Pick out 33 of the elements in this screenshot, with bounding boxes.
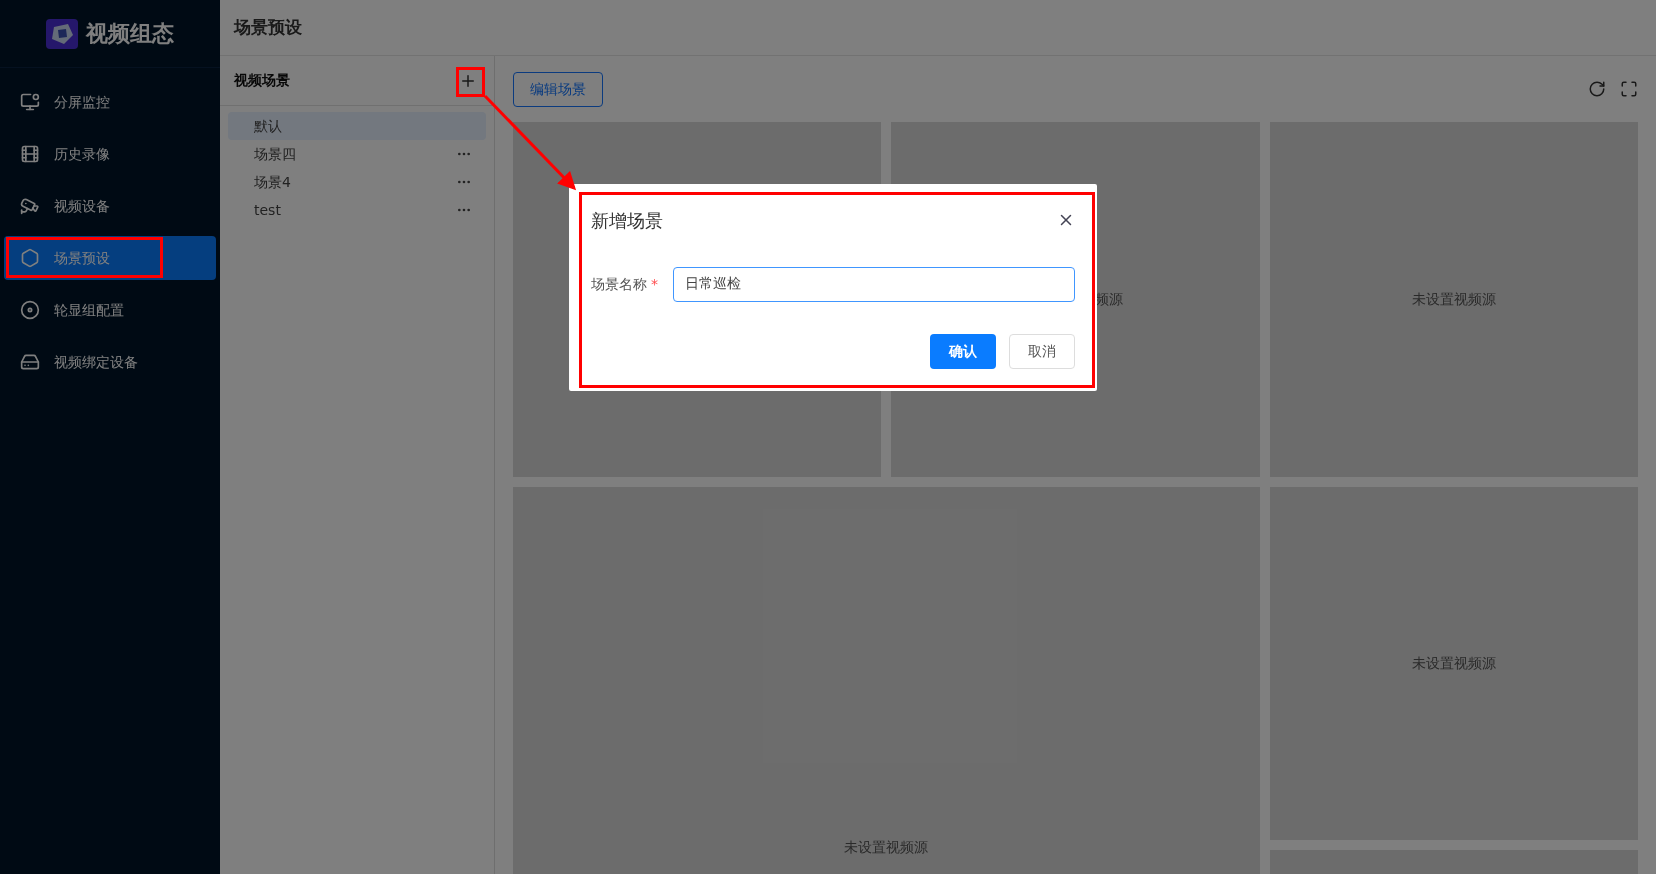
sidebar-item[interactable]: 场景预设 xyxy=(4,236,216,280)
disc-icon xyxy=(20,300,40,320)
refresh-icon[interactable] xyxy=(1588,80,1606,98)
panel-title: 视频场景 xyxy=(234,71,290,90)
film-icon xyxy=(20,144,40,164)
logo-icon xyxy=(46,18,78,49)
sidebar-item[interactable]: 分屏监控 xyxy=(4,80,216,124)
annotation-box xyxy=(456,67,485,97)
sidebar-item[interactable]: 历史录像 xyxy=(4,132,216,176)
page-title: 场景预设 xyxy=(234,15,302,39)
camera-icon xyxy=(20,196,40,216)
scene-item[interactable]: 场景4 xyxy=(228,168,486,196)
field-label: 场景名称 xyxy=(591,274,647,294)
logo-text: 视频组态 xyxy=(86,20,174,48)
sidebar-item[interactable]: 轮显组配置 xyxy=(4,288,216,332)
scene-item[interactable]: 场景四 xyxy=(228,140,486,168)
dialog-title: 新增场景 xyxy=(591,208,663,233)
fullscreen-icon[interactable] xyxy=(1620,80,1638,98)
cell-text: 未设置视频源 xyxy=(1411,290,1496,309)
hexagon-icon xyxy=(20,248,40,268)
edit-scene-button[interactable]: 编辑场景 xyxy=(513,71,603,107)
cancel-button[interactable]: 取消 xyxy=(1009,334,1075,369)
scene-item[interactable]: test xyxy=(228,196,486,224)
required-mark: * xyxy=(651,274,659,294)
confirm-button[interactable]: 确认 xyxy=(930,334,996,369)
drive-icon xyxy=(20,352,40,372)
cell-text: 未设置视频源 xyxy=(844,837,929,857)
cell-text: 未设置视频源 xyxy=(1411,654,1496,673)
scene-name-field[interactable]: 日常巡检 xyxy=(673,266,1075,302)
scene-item[interactable]: 默认 xyxy=(228,112,486,140)
sidebar-item[interactable]: 视频设备 xyxy=(4,184,216,228)
sidebar-item[interactable]: 视频绑定设备 xyxy=(4,340,216,384)
monitor-icon xyxy=(20,92,40,112)
